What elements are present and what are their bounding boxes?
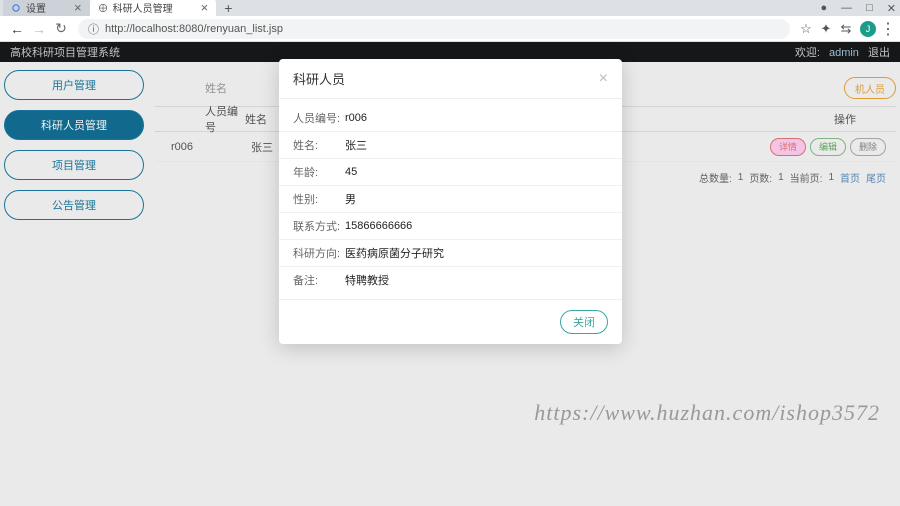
back-icon[interactable]: ←: [6, 21, 28, 37]
detail-modal: 科研人员 × 人员编号:r006 姓名:张三 年龄:45 性别:男 联系方式:1…: [279, 59, 622, 344]
extension-icon[interactable]: ✦: [816, 21, 836, 37]
star-icon[interactable]: ☆: [796, 21, 816, 37]
gear-icon: [11, 3, 21, 13]
tab-title: 科研人员管理: [113, 0, 173, 15]
field-name: 姓名:张三: [279, 132, 622, 159]
field-id: 人员编号:r006: [279, 105, 622, 132]
avatar[interactable]: J: [860, 21, 876, 37]
globe-icon: [98, 3, 108, 13]
forward-icon[interactable]: →: [28, 21, 50, 37]
modal-footer: 关闭: [279, 299, 622, 344]
modal-body: 人员编号:r006 姓名:张三 年龄:45 性别:男 联系方式:15866666…: [279, 99, 622, 299]
browser-tab-settings[interactable]: 设置 ×: [3, 0, 90, 16]
kebab-menu-icon[interactable]: ⋮: [880, 19, 894, 39]
field-gender: 性别:男: [279, 186, 622, 213]
record-icon: ●: [820, 2, 827, 15]
maximize-icon[interactable]: □: [866, 2, 873, 15]
close-button[interactable]: 关闭: [560, 310, 608, 334]
tab-title: 设置: [26, 0, 46, 15]
url-input[interactable]: ⓘ http://localhost:8080/renyuan_list.jsp: [78, 19, 790, 39]
close-icon[interactable]: ×: [599, 70, 608, 88]
field-age: 年龄:45: [279, 159, 622, 186]
info-icon: ⓘ: [88, 21, 99, 37]
modal-header: 科研人员 ×: [279, 59, 622, 99]
reload-icon[interactable]: ↻: [50, 20, 72, 37]
url-text: http://localhost:8080/renyuan_list.jsp: [105, 23, 283, 35]
close-icon[interactable]: ×: [74, 3, 82, 13]
field-contact: 联系方式:15866666666: [279, 213, 622, 240]
translate-icon[interactable]: ⇆: [836, 21, 856, 37]
watermark: https://www.huzhan.com/ishop3572: [534, 400, 880, 426]
close-window-icon[interactable]: ✕: [887, 2, 896, 15]
field-remark: 备注:特聘教授: [279, 267, 622, 293]
browser-tab-bar: 设置 × 科研人员管理 × + ● — □ ✕: [0, 0, 900, 16]
modal-title: 科研人员: [293, 69, 345, 88]
browser-tab-active[interactable]: 科研人员管理 ×: [90, 0, 217, 16]
close-icon[interactable]: ×: [201, 3, 209, 13]
new-tab-button[interactable]: +: [216, 0, 240, 16]
minimize-icon[interactable]: —: [841, 2, 852, 15]
field-research: 科研方向:医药病原菌分子研究: [279, 240, 622, 267]
address-bar: ← → ↻ ⓘ http://localhost:8080/renyuan_li…: [0, 16, 900, 42]
